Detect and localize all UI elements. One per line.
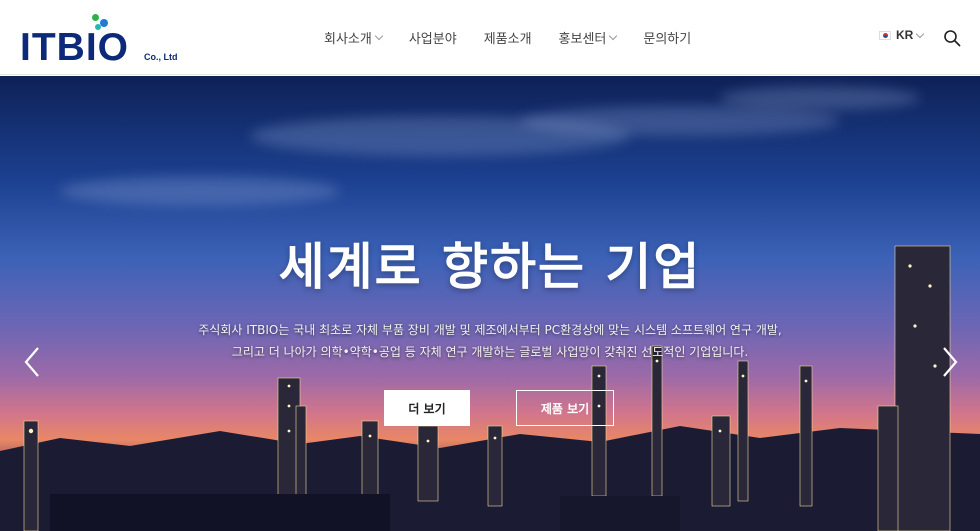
more-button[interactable]: 더 보기 [384, 390, 470, 426]
chevron-right-icon [943, 347, 958, 377]
slider-prev-button[interactable] [22, 344, 42, 380]
hero-description: 주식회사 ITBIO는 국내 최초로 자체 부품 장비 개발 및 제조에서부터 … [0, 319, 980, 363]
company-logo[interactable]: ITBIO Co., Ltd [20, 12, 190, 68]
nav-item-business[interactable]: 사업분야 [409, 28, 457, 47]
logo-subtext: Co., Ltd [144, 52, 178, 62]
slider-next-button[interactable] [940, 344, 960, 380]
nav-item-company[interactable]: 회사소개 [324, 28, 384, 47]
nav-item-products[interactable]: 제품소개 [484, 28, 532, 47]
chevron-down-icon [374, 31, 384, 41]
nav-item-label: 홍보센터 [558, 32, 607, 47]
nav-item-label: 회사소개 [324, 32, 372, 47]
nav-item-label: 사업분야 [408, 32, 457, 47]
nav-item-label: 문의하기 [643, 32, 692, 47]
search-button[interactable] [943, 29, 961, 47]
search-icon [944, 30, 961, 47]
nav-item-label: 제품소개 [483, 32, 532, 47]
logo-dot-green [92, 14, 99, 21]
logo-text: ITBIO [20, 26, 129, 69]
view-products-button[interactable]: 제품 보기 [516, 390, 614, 426]
nav-item-pr-center[interactable]: 홍보센터 [558, 28, 618, 47]
refinery-skyline [0, 245, 980, 531]
language-selector[interactable]: KR [879, 28, 925, 42]
hero-description-line: 그리고 더 나아가 의학•약학•공업 등 자체 연구 개발하는 글로벌 사업망이… [231, 345, 749, 359]
hero-slider: 세계로 향하는 기업 주식회사 ITBIO는 국내 최초로 자체 부품 장비 개… [0, 76, 980, 531]
chevron-left-icon [24, 347, 39, 377]
hero-description-line: 주식회사 ITBIO는 국내 최초로 자체 부품 장비 개발 및 제조에서부터 … [198, 323, 782, 337]
main-nav: 회사소개 사업분야 제품소개 홍보센터 문의하기 [324, 0, 718, 75]
language-label: KR [896, 28, 914, 42]
chevron-down-icon [916, 29, 925, 38]
chevron-down-icon [609, 31, 618, 41]
site-header: ITBIO Co., Ltd 회사소개 사업분야 제품소개 홍보센터 문의하기 … [0, 0, 980, 75]
korea-flag-icon [879, 30, 891, 40]
hero-title: 세계로 향하는 기업 [278, 238, 702, 296]
nav-item-contact[interactable]: 문의하기 [643, 28, 691, 47]
